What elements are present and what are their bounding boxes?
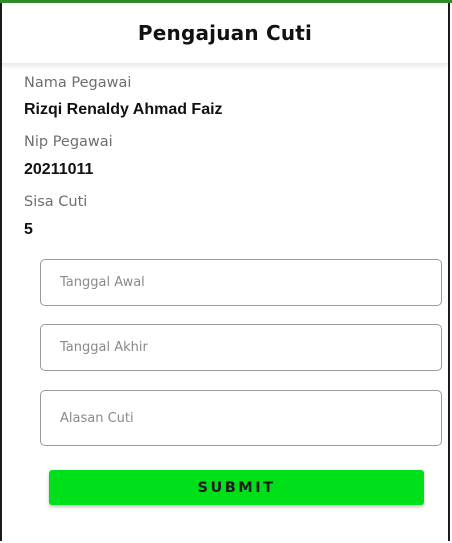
employee-nip-value: 20211011 xyxy=(24,161,94,178)
submit-button[interactable]: SUBMIT xyxy=(49,470,424,505)
start-date-input[interactable] xyxy=(41,260,441,305)
employee-nip-label: Nip Pegawai xyxy=(24,134,113,150)
employee-name-value: Rizqi Renaldy Ahmad Faiz xyxy=(24,101,223,118)
leave-balance-label: Sisa Cuti xyxy=(24,194,88,210)
app-bar: Pengajuan Cuti xyxy=(2,3,448,64)
reason-input[interactable] xyxy=(41,391,441,445)
start-date-field[interactable] xyxy=(40,259,442,306)
end-date-input[interactable] xyxy=(41,325,441,370)
reason-field[interactable] xyxy=(40,390,442,446)
leave-balance-value: 5 xyxy=(24,221,33,238)
page-title: Pengajuan Cuti xyxy=(137,21,313,45)
employee-name-label: Nama Pegawai xyxy=(24,75,132,91)
end-date-field[interactable] xyxy=(40,324,442,371)
